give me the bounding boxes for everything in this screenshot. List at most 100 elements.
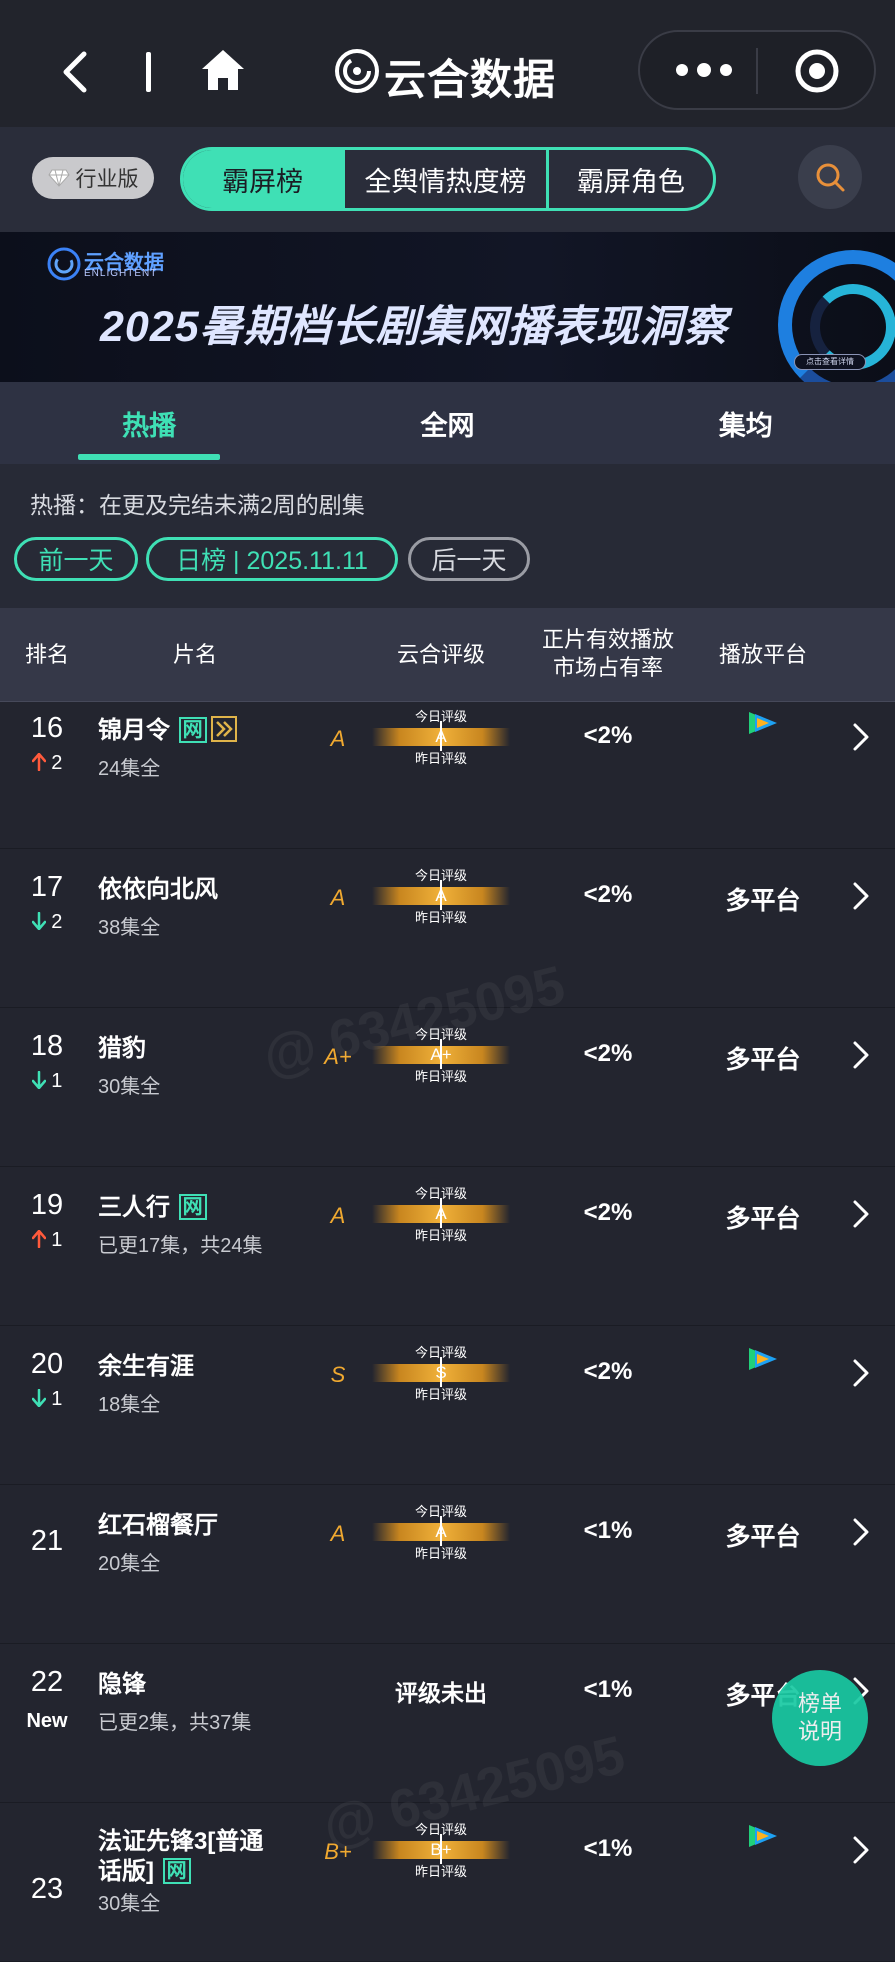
list-description-area: 热播：在更及完结未满2周的剧集 前一天 日榜 | 2025.11.11 后一天	[0, 464, 895, 608]
table-row[interactable]: 20 1 余生有涯 18集全 S 今日评级S昨日评级 <2%	[0, 1326, 895, 1485]
list-explanation-button[interactable]: 榜单 说明	[772, 1670, 868, 1766]
table-header: 排名 片名 云合评级 正片有效播放 市场占有率 播放平台	[0, 608, 895, 702]
list-description: 热播：在更及完结未满2周的剧集	[30, 492, 365, 518]
episode-info: 已更2集，共37集	[98, 1712, 252, 1734]
list-explanation-line1: 榜单	[797, 1691, 842, 1716]
drama-title: 隐锋	[98, 1664, 146, 1699]
rank-change: 1	[0, 1229, 94, 1252]
tencent-video-icon	[745, 1344, 781, 1374]
rank-number: 17	[30, 871, 64, 903]
miniapp-capsule	[638, 30, 876, 110]
market-share: <2%	[583, 1358, 633, 1385]
rank-new-badge: New	[26, 1710, 68, 1732]
current-date-selector[interactable]: 日榜 | 2025.11.11	[146, 537, 398, 581]
drama-title-text: 隐锋	[98, 1671, 146, 1698]
industry-edition-label: 行业版	[75, 168, 139, 191]
rank-down-icon	[31, 911, 46, 931]
top-nav-bar: 云合数据	[0, 0, 895, 127]
drama-title: 依依向北风	[98, 869, 218, 904]
chevron-right-icon[interactable]	[852, 1040, 870, 1070]
tab-all-network[interactable]: 全网	[298, 382, 596, 464]
yesterday-grade-label: 昨日评级	[414, 1864, 467, 1879]
chevron-right-icon[interactable]	[852, 881, 870, 911]
episode-info: 38集全	[98, 917, 161, 939]
grade-letter: S	[330, 1362, 346, 1387]
grade-bar: 今日评级A昨日评级	[372, 1183, 510, 1243]
grade-letter: A	[330, 885, 346, 910]
grade-marker	[440, 1834, 442, 1864]
rank-change-value: 1	[51, 1070, 63, 1092]
yesterday-grade-label: 昨日评级	[414, 910, 467, 925]
rank-number: 19	[30, 1189, 64, 1221]
ranking-filter-bar: 行业版 霸屏榜 全舆情热度榜 霸屏角色	[0, 127, 895, 232]
grade-marker	[440, 1198, 442, 1228]
chevron-right-icon[interactable]	[852, 1517, 870, 1547]
drama-title-text: 依依向北风	[98, 876, 218, 903]
banner-title: 2025暑期档长剧集网播表现洞察	[100, 303, 728, 351]
market-share: <1%	[583, 1517, 633, 1544]
rank-number: 18	[30, 1030, 64, 1062]
close-miniapp-icon[interactable]	[794, 48, 840, 94]
chevron-right-icon[interactable]	[852, 1199, 870, 1229]
market-share: <2%	[583, 1199, 633, 1226]
col-share-line2: 市场占有率	[552, 655, 663, 680]
segment-sentiment-heat-list[interactable]: 全舆情热度榜	[345, 150, 549, 208]
nav-divider	[146, 52, 151, 92]
rank-change-value: 1	[51, 1388, 63, 1410]
drama-title-text: 猎豹	[98, 1035, 146, 1062]
rank-change: 1	[0, 1070, 94, 1093]
grade-letter: A	[330, 1521, 346, 1546]
platform-label: 多平台	[725, 1523, 801, 1551]
prev-day-button[interactable]: 前一天	[14, 537, 138, 581]
yesterday-grade-label: 昨日评级	[414, 1387, 467, 1402]
segment-dominant-roles[interactable]: 霸屏角色	[549, 150, 713, 208]
drama-title: 红石榴餐厅	[98, 1505, 218, 1540]
rank-change-value: 2	[51, 752, 63, 774]
next-day-button[interactable]: 后一天	[408, 537, 530, 581]
ranking-type-switch: 霸屏榜 全舆情热度榜 霸屏角色	[180, 147, 716, 211]
more-icon[interactable]	[672, 60, 736, 80]
web-drama-tag: 网	[178, 1194, 207, 1220]
industry-edition-badge[interactable]: 行业版	[32, 157, 154, 199]
banner-brand-en: ENLIGHTENT	[84, 268, 158, 279]
col-share-line1: 正片有效播放	[541, 627, 674, 652]
search-button[interactable]	[798, 145, 862, 209]
drama-title: 话版] 网	[98, 1851, 191, 1886]
chevron-right-icon[interactable]	[852, 1835, 870, 1865]
tencent-video-icon	[745, 1821, 781, 1851]
col-platform: 播放平台	[718, 642, 807, 667]
drama-title: 余生有涯	[98, 1346, 194, 1381]
tab-hot-airing[interactable]: 热播	[0, 382, 298, 464]
rank-up-icon	[31, 752, 46, 772]
chevron-right-icon[interactable]	[852, 722, 870, 752]
banner-logo-icon	[47, 247, 81, 281]
drama-title-line2: 话版]	[98, 1858, 154, 1885]
market-share: <2%	[583, 1040, 633, 1067]
grade-bar: 今日评级S昨日评级	[372, 1342, 510, 1402]
yesterday-grade-label: 昨日评级	[414, 751, 467, 766]
back-arrow-icon[interactable]	[58, 50, 92, 94]
promo-banner[interactable]: 云合数据 ENLIGHTENT 2025暑期档长剧集网播表现洞察 点击查看详情	[0, 232, 895, 382]
table-row[interactable]: 21 红石榴餐厅 20集全 A 今日评级A昨日评级 <1% 多平台	[0, 1485, 895, 1644]
banner-details-button[interactable]: 点击查看详情	[794, 354, 866, 370]
grade-marker	[440, 880, 442, 910]
market-share: <1%	[583, 1835, 633, 1862]
tab-per-episode[interactable]: 集均	[597, 382, 895, 464]
web-drama-tag: 网	[178, 717, 207, 743]
diamond-icon	[47, 169, 70, 187]
rank-number: 21	[30, 1525, 64, 1557]
grade-bar: 今日评级A昨日评级	[372, 865, 510, 925]
drama-title: 猎豹	[98, 1028, 146, 1063]
rank-up-icon	[31, 1229, 46, 1249]
grade-letter: A	[330, 1203, 346, 1228]
table-row[interactable]: 19 1 三人行 网已更17集，共24集 A 今日评级A昨日评级 <2% 多平台	[0, 1167, 895, 1326]
market-share: <1%	[583, 1676, 633, 1703]
table-row[interactable]: 16 2 锦月令 网 24集全 A 今日评级A昨日评级 <2%	[0, 690, 895, 849]
segment-dominant-list[interactable]: 霸屏榜	[183, 150, 346, 208]
drama-title-text: 红石榴餐厅	[98, 1512, 218, 1539]
chevron-right-icon[interactable]	[852, 1358, 870, 1388]
drama-title: 三人行 网	[98, 1187, 207, 1222]
chart-tabs: 热播 全网 集均	[0, 382, 895, 464]
home-icon[interactable]	[200, 48, 246, 92]
yesterday-grade-label: 昨日评级	[414, 1069, 467, 1084]
